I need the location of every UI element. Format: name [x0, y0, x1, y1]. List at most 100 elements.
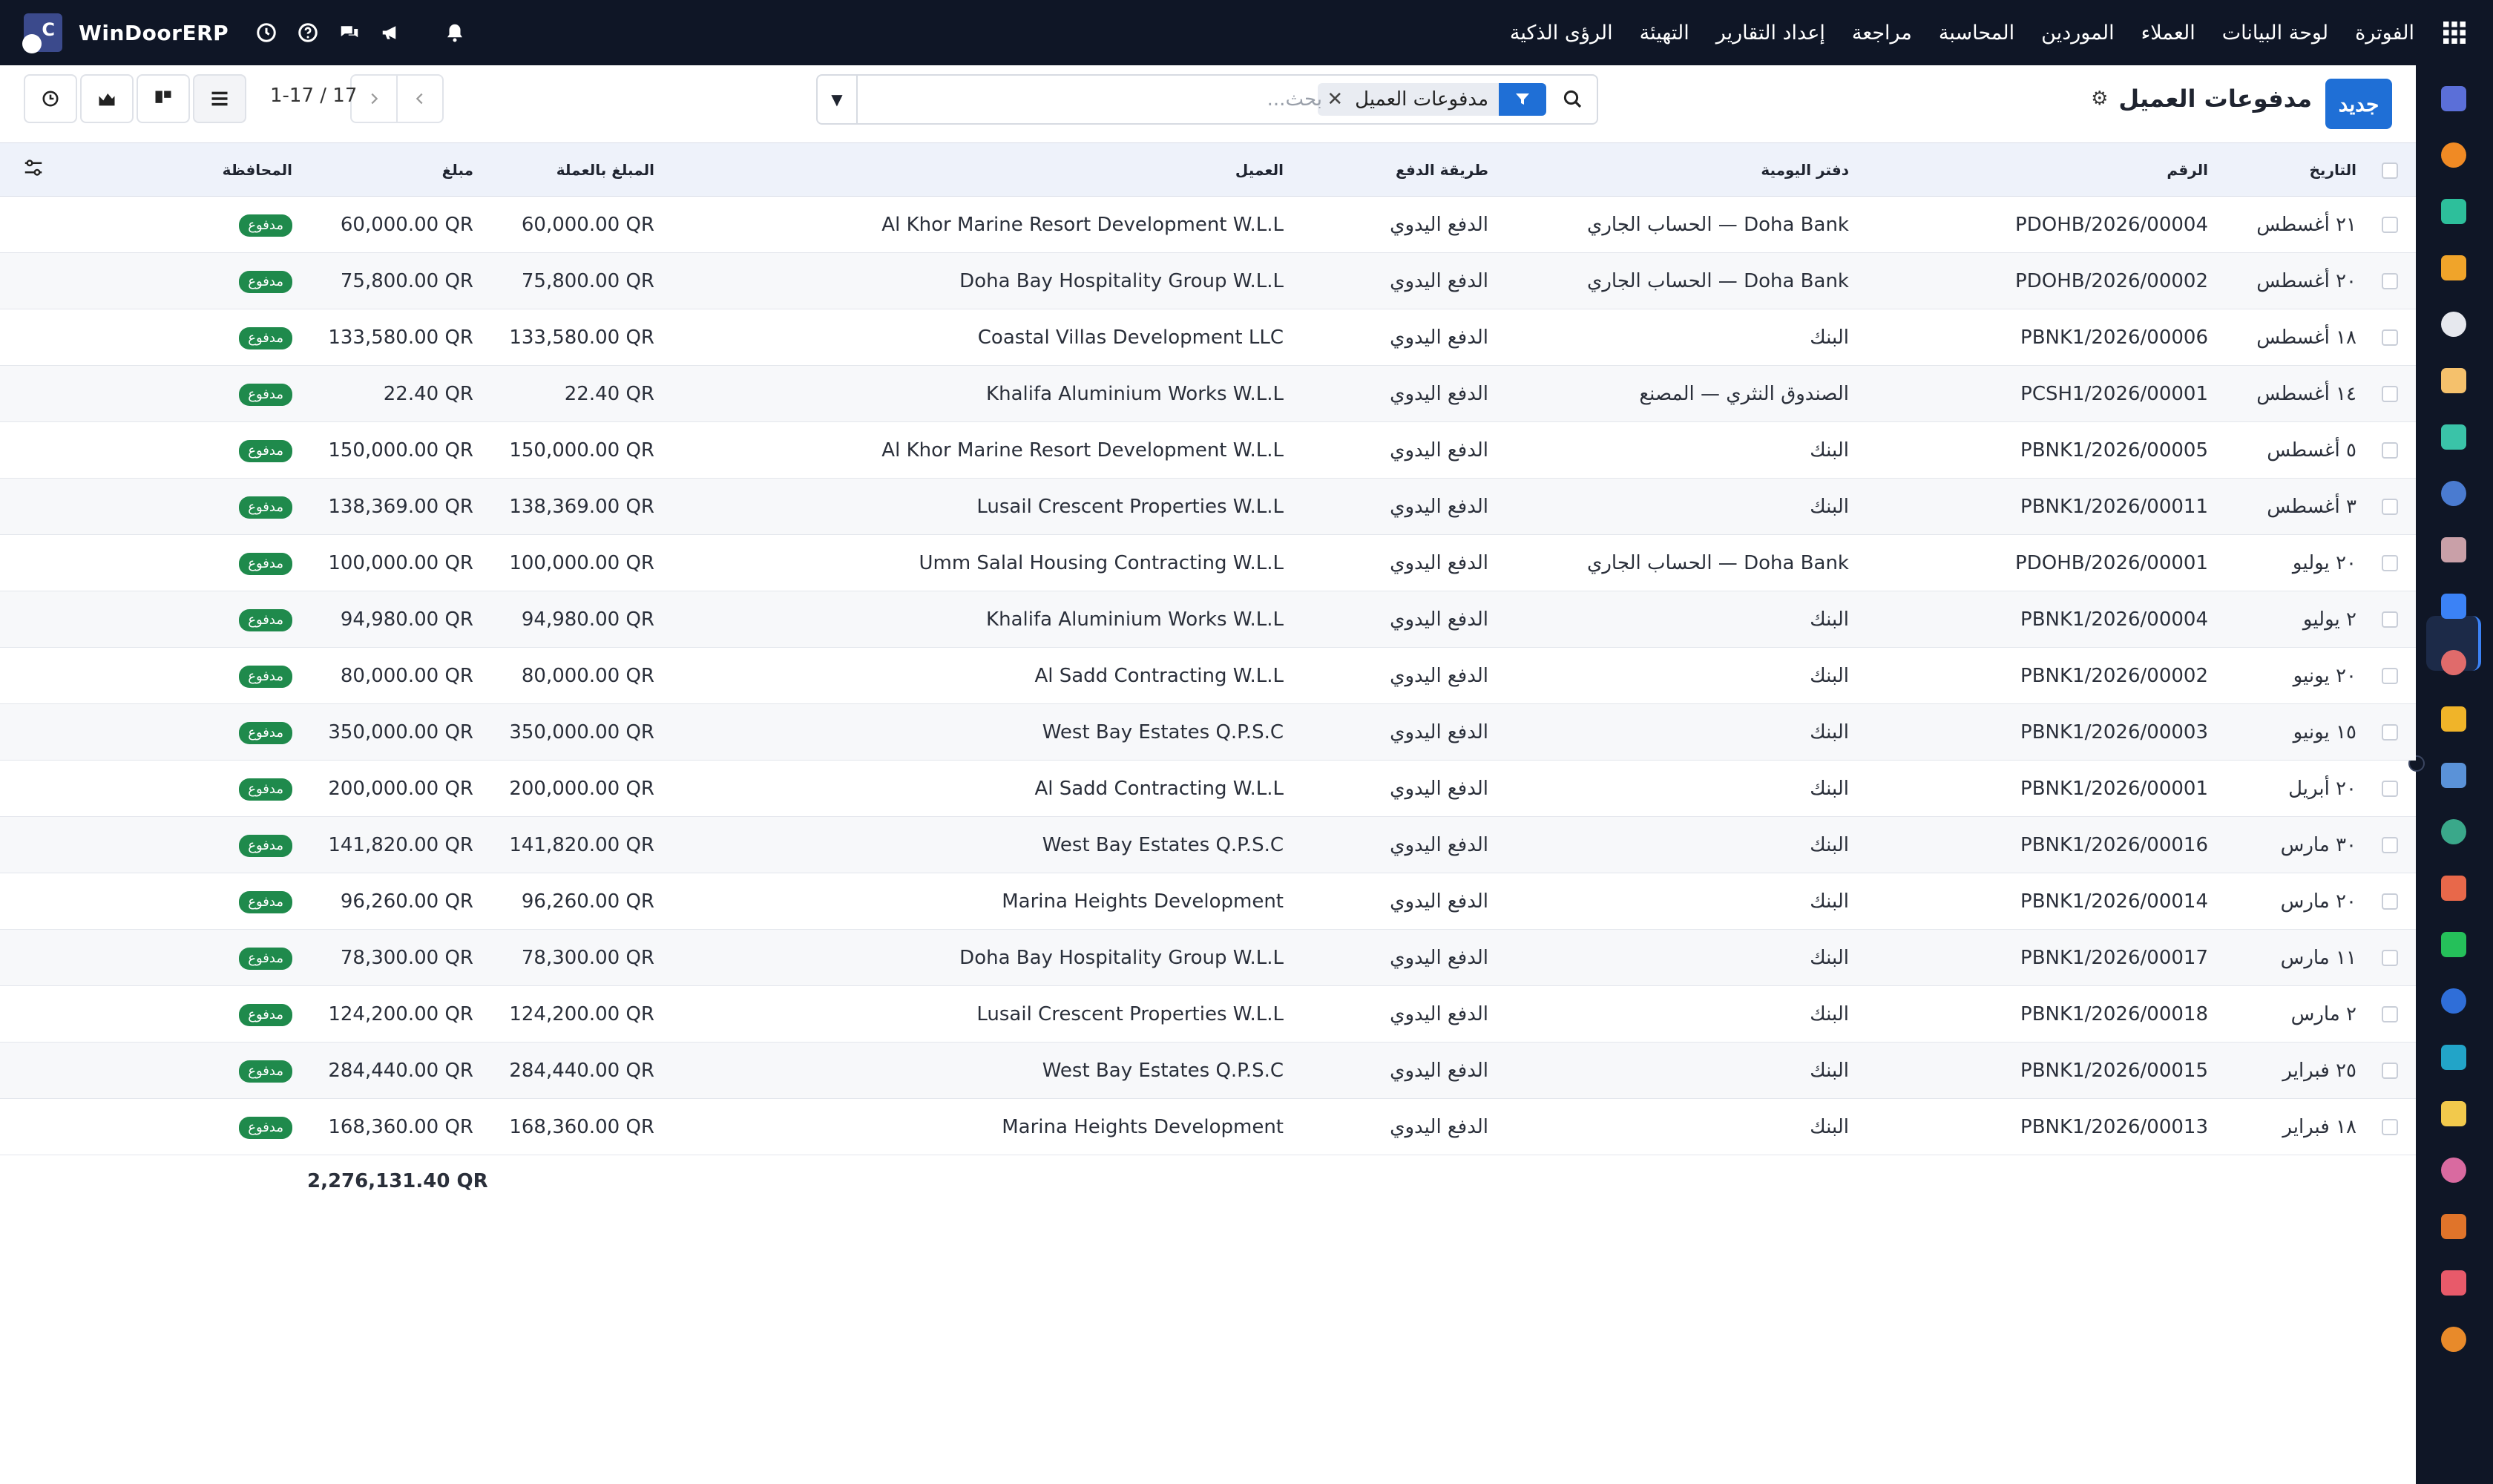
table-row[interactable]: ٢٥ فبراير PBNK1/2026/00015 البنك الدفع اليد…: [0, 1042, 2416, 1099]
menu-configuration[interactable]: التهيئة: [1640, 22, 1689, 45]
row-number: PBNK1/2026/00018: [2020, 1002, 2208, 1025]
row-checkbox[interactable]: [2382, 555, 2398, 571]
apps-grid-icon[interactable]: [2441, 19, 2468, 46]
table-row[interactable]: ٢٠ أغسطس PDOHB/2026/00002 Doha Bank — الحس…: [0, 252, 2416, 309]
row-checkbox[interactable]: [2382, 893, 2398, 910]
row-checkbox[interactable]: [2382, 329, 2398, 346]
graph-view-button[interactable]: [80, 74, 134, 123]
row-customer: Doha Bay Hospitality Group W.L.L: [959, 946, 1284, 969]
dashboard-icon[interactable]: [2437, 871, 2471, 905]
menu-invoicing[interactable]: الفوترة: [2355, 22, 2414, 45]
row-checkbox[interactable]: [2382, 950, 2398, 966]
book-icon[interactable]: [2437, 476, 2471, 510]
search-facet[interactable]: ✕ مدفوعات العميل: [1318, 83, 1546, 116]
col-number[interactable]: الرقم: [1856, 143, 2216, 197]
table-row[interactable]: ١٨ أغسطس PBNK1/2026/00006 البنك الدفع اليدو…: [0, 309, 2416, 366]
col-amount[interactable]: مبلغ: [300, 143, 481, 197]
table-row[interactable]: ١١ مارس PBNK1/2026/00017 البنك الدفع اليدوي…: [0, 929, 2416, 986]
table-row[interactable]: ٥ أغسطس PBNK1/2026/00005 البنك الدفع اليدوي…: [0, 422, 2416, 479]
mail-icon[interactable]: [2437, 82, 2471, 116]
menu-smart-insights[interactable]: الرؤى الذكية: [1510, 22, 1613, 45]
row-checkbox[interactable]: [2382, 781, 2398, 797]
pie-icon[interactable]: [2437, 1266, 2471, 1300]
new-button[interactable]: جديد: [2325, 79, 2392, 129]
search-icon[interactable]: [1549, 76, 1597, 123]
row-checkbox[interactable]: [2382, 273, 2398, 289]
table-row[interactable]: ٣٠ مارس PBNK1/2026/00016 البنك الدفع اليدوي…: [0, 816, 2416, 873]
menu-reporting[interactable]: إعداد التقارير: [1716, 22, 1825, 45]
ticket-icon[interactable]: [2437, 194, 2471, 229]
payments-icon[interactable]: [2437, 589, 2471, 623]
table-row[interactable]: ١٨ فبراير PBNK1/2026/00013 البنك الدفع اليد…: [0, 1099, 2416, 1155]
check-icon[interactable]: [2437, 420, 2471, 454]
help-icon[interactable]: [295, 20, 321, 45]
col-amount-currency[interactable]: المبلغ بالعملة: [481, 143, 662, 197]
table-row[interactable]: ١٥ يونيو PBNK1/2026/00003 البنك الدفع اليدو…: [0, 703, 2416, 761]
menu-accounting[interactable]: المحاسبة: [1939, 22, 2014, 45]
row-checkbox[interactable]: [2382, 837, 2398, 853]
send-icon[interactable]: [2437, 1097, 2471, 1131]
menu-review[interactable]: مراجعة: [1852, 22, 1912, 45]
bell-icon[interactable]: [442, 20, 467, 45]
select-all-checkbox[interactable]: [2382, 162, 2398, 179]
calendar-icon[interactable]: [2437, 702, 2471, 736]
table-row[interactable]: ١٤ أغسطس PCSH1/2026/00001 الصندوق النثري —…: [0, 365, 2416, 422]
company-logo[interactable]: C: [22, 13, 62, 53]
row-checkbox[interactable]: [2382, 1119, 2398, 1135]
table-row[interactable]: ٢ يوليو PBNK1/2026/00004 البنك الدفع اليدوي…: [0, 591, 2416, 648]
row-checkbox[interactable]: [2382, 442, 2398, 459]
users-icon[interactable]: [2437, 646, 2471, 680]
row-checkbox[interactable]: [2382, 668, 2398, 684]
row-checkbox[interactable]: [2382, 1063, 2398, 1079]
discuss-icon[interactable]: [337, 20, 362, 45]
pager-value[interactable]: 1-17 / 17: [270, 85, 357, 107]
card-icon[interactable]: [2437, 1153, 2471, 1187]
table-row[interactable]: ٢٠ يونيو PBNK1/2026/00002 البنك الدفع اليدو…: [0, 648, 2416, 704]
close-icon[interactable]: ✕: [1327, 88, 1343, 111]
pager-next-button[interactable]: [396, 74, 444, 123]
col-date[interactable]: التاريخ: [2216, 143, 2364, 197]
photo-icon[interactable]: [2437, 364, 2471, 398]
hexagon-icon[interactable]: [2437, 1209, 2471, 1244]
megaphone-icon[interactable]: [378, 20, 404, 45]
chat-bubble-icon[interactable]: [2437, 138, 2471, 172]
gear-icon[interactable]: ⚙: [2091, 88, 2108, 110]
menu-dashboard[interactable]: لوحة البيانات: [2222, 22, 2328, 45]
contact-icon[interactable]: [2437, 815, 2471, 849]
table-row[interactable]: ٢ مارس PBNK1/2026/00018 البنك الدفع اليدوي L…: [0, 986, 2416, 1043]
table-row[interactable]: ٢٠ مارس PBNK1/2026/00014 البنك الدفع اليدوي…: [0, 873, 2416, 930]
row-checkbox[interactable]: [2382, 499, 2398, 515]
row-checkbox[interactable]: [2382, 611, 2398, 628]
clock-icon[interactable]: [254, 20, 279, 45]
sliders-icon[interactable]: [22, 157, 45, 179]
table-row[interactable]: ٢١ أغسطس PDOHB/2026/00004 Doha Bank — الحس…: [0, 197, 2416, 253]
cog-hex-icon[interactable]: [2437, 1322, 2471, 1356]
row-checkbox[interactable]: [2382, 1006, 2398, 1022]
row-checkbox[interactable]: [2382, 217, 2398, 233]
wave-icon[interactable]: [2437, 1040, 2471, 1074]
cube-icon[interactable]: [2437, 307, 2471, 341]
compass-icon[interactable]: [2437, 984, 2471, 1018]
table-row[interactable]: ٢٠ أبريل PBNK1/2026/00001 البنك الدفع اليدو…: [0, 761, 2416, 817]
list-view-button[interactable]: [193, 74, 246, 123]
menu-customers[interactable]: العملاء: [2141, 22, 2195, 45]
table-row[interactable]: ٢٠ يوليو PDOHB/2026/00001 Doha Bank — الحس…: [0, 535, 2416, 591]
row-checkbox[interactable]: [2382, 724, 2398, 741]
table-row[interactable]: ٣ أغسطس PBNK1/2026/00011 البنك الدفع اليدوي…: [0, 478, 2416, 535]
package-icon[interactable]: [2437, 533, 2471, 567]
row-checkbox[interactable]: [2382, 386, 2398, 402]
pen-icon[interactable]: [2437, 758, 2471, 792]
bar-chart-icon[interactable]: [2437, 251, 2471, 285]
search-input[interactable]: [877, 83, 1322, 116]
col-journal[interactable]: دفتر اليومية: [1496, 143, 1856, 197]
col-method[interactable]: طريقة الدفع: [1291, 143, 1496, 197]
app-name[interactable]: WinDoorERP: [79, 21, 229, 45]
activity-view-button[interactable]: [24, 74, 77, 123]
col-customer[interactable]: العميل: [662, 143, 1291, 197]
kanban-view-button[interactable]: [137, 74, 190, 123]
col-status[interactable]: المحافظة: [122, 143, 300, 197]
chevron-down-icon[interactable]: ▼: [818, 76, 858, 123]
pager-prev-button[interactable]: [350, 74, 398, 123]
whatsapp-icon[interactable]: [2437, 928, 2471, 962]
menu-vendors[interactable]: الموردين: [2041, 22, 2114, 45]
